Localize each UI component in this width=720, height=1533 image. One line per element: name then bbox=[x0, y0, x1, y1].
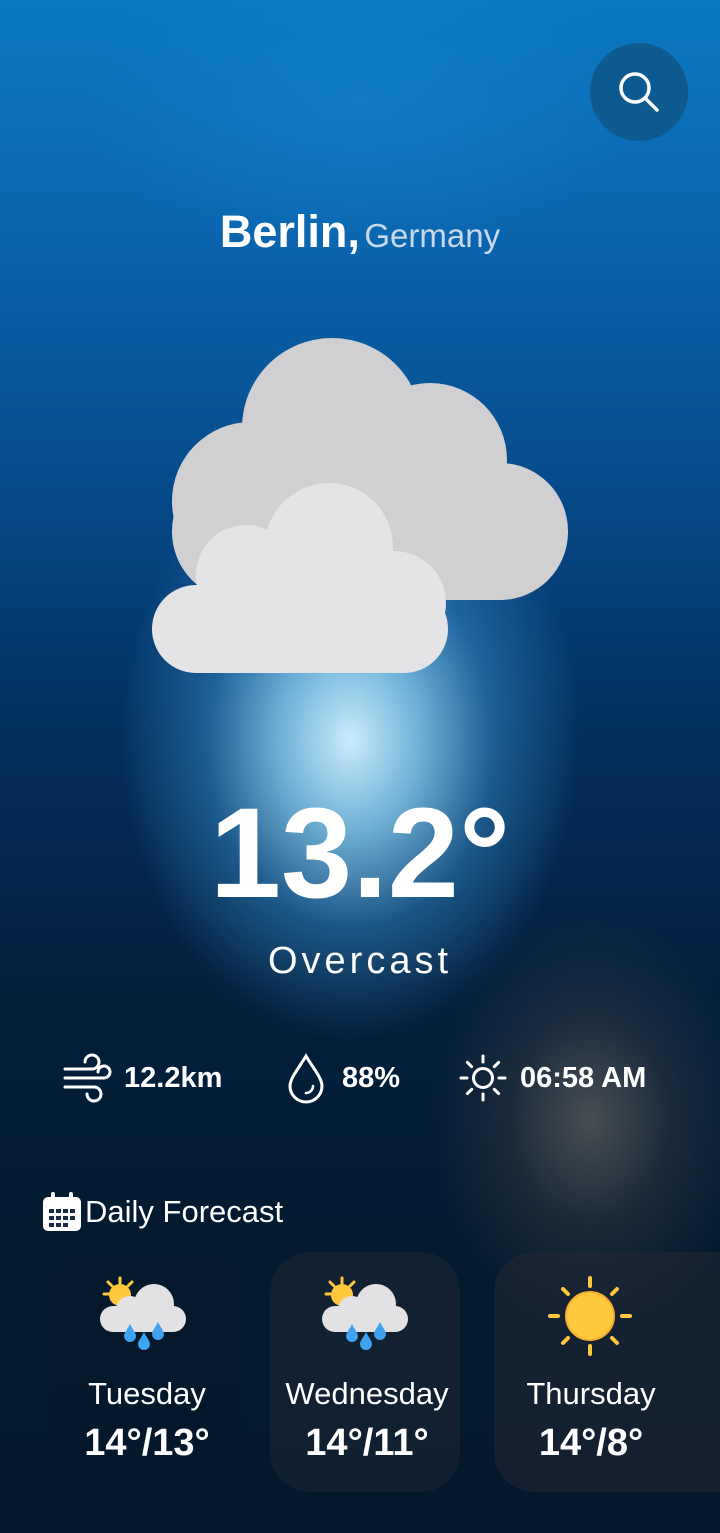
sunrise-stat: 06:58 AM bbox=[458, 1050, 646, 1106]
forecast-title: Daily Forecast bbox=[85, 1194, 284, 1229]
weather-condition: Overcast bbox=[267, 940, 453, 982]
day-name: Tuesday bbox=[88, 1376, 206, 1411]
humidity-stat: 88% bbox=[286, 1050, 400, 1106]
overcast-clouds-icon bbox=[152, 338, 568, 673]
weather-screen: Berlin, Germany 13.2° Overcast 12.2km 88… bbox=[0, 0, 720, 1533]
sun-icon bbox=[459, 1054, 507, 1102]
wind-stat: 12.2km bbox=[62, 1050, 222, 1106]
sunny-icon bbox=[548, 1276, 632, 1356]
country-name: Germany bbox=[364, 217, 501, 254]
day-temperature: 14°/13° bbox=[84, 1422, 210, 1464]
wind-value: 12.2km bbox=[124, 1061, 223, 1094]
daily-forecast-header: Daily Forecast bbox=[42, 1192, 283, 1232]
forecast-card-thursday[interactable]: Thursday 14°/8° bbox=[494, 1252, 720, 1492]
day-name: Wednesday bbox=[285, 1376, 449, 1411]
day-name: Thursday bbox=[526, 1376, 656, 1411]
forecast-card-wednesday[interactable]: Wednesday 14°/11° bbox=[270, 1252, 460, 1492]
water-drop-icon bbox=[288, 1053, 324, 1104]
search-icon bbox=[619, 72, 659, 112]
wind-icon bbox=[63, 1053, 112, 1103]
partly-cloudy-rain-icon bbox=[100, 1276, 186, 1350]
sunrise-time: 06:58 AM bbox=[520, 1061, 647, 1094]
forecast-card-tuesday[interactable]: Tuesday 14°/13° bbox=[52, 1252, 242, 1492]
city-name: Berlin, bbox=[219, 206, 360, 257]
current-temperature: 13.2° bbox=[209, 782, 511, 925]
location-title: Berlin, Germany bbox=[0, 206, 720, 258]
humidity-value: 88% bbox=[342, 1061, 401, 1094]
day-temperature: 14°/11° bbox=[305, 1422, 429, 1464]
day-temperature: 14°/8° bbox=[538, 1422, 644, 1464]
partly-cloudy-rain-icon bbox=[322, 1276, 408, 1350]
calendar-icon bbox=[43, 1192, 81, 1231]
search-button[interactable] bbox=[590, 43, 688, 141]
